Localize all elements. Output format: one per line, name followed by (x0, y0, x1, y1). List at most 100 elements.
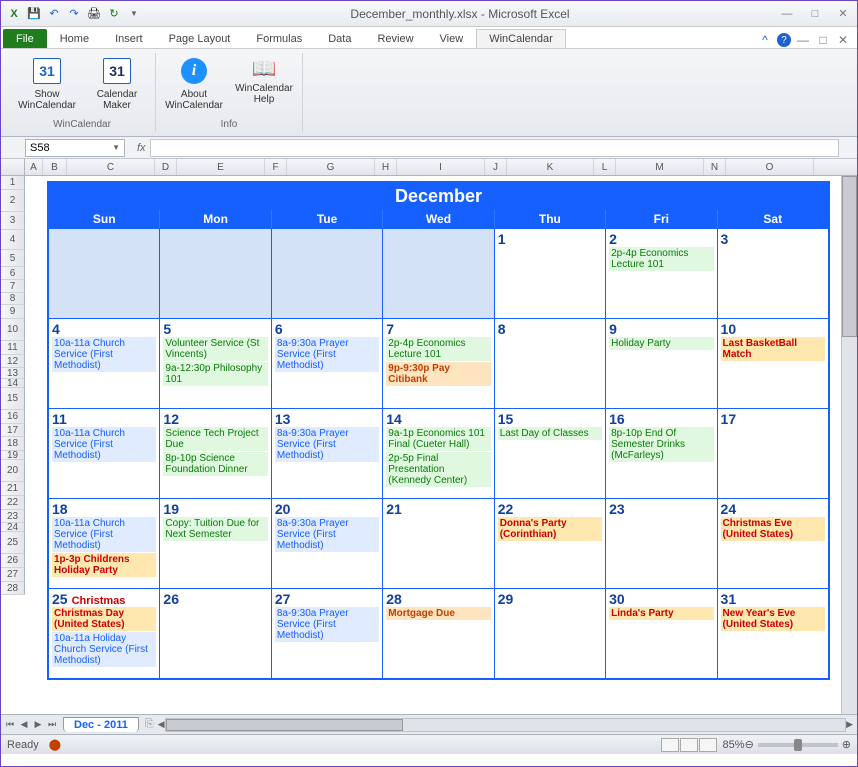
calendar-cell[interactable]: 208a-9:30a Prayer Service (First Methodi… (272, 499, 383, 588)
row-header-17[interactable]: 17 (1, 424, 25, 437)
sheet-tab-dec-2011[interactable]: Dec - 2011 (63, 717, 139, 732)
close-button[interactable]: ✕ (833, 6, 853, 22)
calendar-cell[interactable]: 25ChristmasChristmas Day (United States)… (49, 589, 160, 678)
calendar-cell[interactable]: 22p-4p Economics Lecture 101 (606, 229, 717, 318)
row-header-24[interactable]: 24 (1, 523, 25, 532)
calendar-cell[interactable]: 138a-9:30a Prayer Service (First Methodi… (272, 409, 383, 498)
calendar-cell[interactable]: 28Mortgage Due (383, 589, 494, 678)
calendar-cell[interactable]: 149a-1p Economics 101 Final (Cueter Hall… (383, 409, 494, 498)
calendar-cell[interactable]: 1810a-11a Church Service (First Methodis… (49, 499, 160, 588)
col-header-G[interactable]: G (287, 159, 375, 175)
calendar-cell[interactable]: 1110a-11a Church Service (First Methodis… (49, 409, 160, 498)
qat-dropdown-icon[interactable]: ▼ (125, 5, 143, 23)
col-header-D[interactable]: D (155, 159, 177, 175)
select-all-corner[interactable] (1, 159, 25, 176)
calendar-cell[interactable]: 31New Year's Eve (United States) (718, 589, 828, 678)
col-header-B[interactable]: B (43, 159, 67, 175)
calendar-cell[interactable]: 26 (160, 589, 271, 678)
col-header-O[interactable]: O (726, 159, 814, 175)
row-header-1[interactable]: 1 (1, 176, 25, 190)
calendar-cell[interactable]: 15Last Day of Classes (495, 409, 606, 498)
calendar-cell[interactable]: 12Science Tech Project Due8p-10p Science… (160, 409, 271, 498)
calendar-cell[interactable]: 168p-10p End Of Semester Drinks (McFarle… (606, 409, 717, 498)
row-header-12[interactable]: 12 (1, 355, 25, 368)
new-sheet-icon[interactable]: ⎘ (145, 718, 154, 731)
calendar-cell[interactable]: 410a-11a Church Service (First Methodist… (49, 319, 160, 408)
row-header-9[interactable]: 9 (1, 305, 25, 319)
vertical-scrollbar[interactable] (841, 176, 857, 714)
col-header-N[interactable]: N (704, 159, 726, 175)
calendar-maker-button[interactable]: 31 Calendar Maker (89, 55, 145, 111)
undo-icon[interactable]: ↶ (45, 5, 63, 23)
row-header-26[interactable]: 26 (1, 554, 25, 568)
zoom-out-icon[interactable]: ⊖ (745, 738, 754, 751)
quickprint-icon[interactable]: 🖨 (85, 5, 103, 23)
calendar-cell[interactable]: 30Linda's Party (606, 589, 717, 678)
sheet-nav-prev-icon[interactable]: ◀ (17, 719, 31, 730)
calendar-cell[interactable]: 5Volunteer Service (St Vincents)9a-12:30… (160, 319, 271, 408)
col-header-L[interactable]: L (594, 159, 616, 175)
row-header-14[interactable]: 14 (1, 379, 25, 388)
hscroll-left-icon[interactable]: ◀ (158, 719, 165, 730)
workbook-close-icon[interactable]: ✕ (835, 32, 851, 48)
tab-formulas[interactable]: Formulas (243, 29, 315, 48)
macro-record-icon[interactable]: ⬤ (49, 738, 61, 751)
worksheet[interactable]: December SunMonTueWedThuFriSat 122p-4p E… (25, 176, 857, 714)
calendar-cell[interactable] (49, 229, 160, 318)
normal-view-button[interactable] (661, 738, 679, 752)
row-header-8[interactable]: 8 (1, 293, 25, 305)
calendar-cell[interactable] (160, 229, 271, 318)
fx-icon[interactable]: fx (137, 142, 146, 154)
col-header-J[interactable]: J (485, 159, 507, 175)
maximize-button[interactable]: □ (805, 6, 825, 22)
page-break-view-button[interactable] (699, 738, 717, 752)
row-header-28[interactable]: 28 (1, 582, 25, 595)
calendar-cell[interactable]: 1 (495, 229, 606, 318)
col-header-K[interactable]: K (507, 159, 594, 175)
zoom-thumb[interactable] (794, 739, 802, 751)
col-header-H[interactable]: H (375, 159, 397, 175)
hscroll-thumb[interactable] (166, 719, 404, 731)
excel-icon[interactable]: X (5, 5, 23, 23)
row-header-19[interactable]: 19 (1, 451, 25, 460)
hscroll-right-icon[interactable]: ▶ (846, 719, 853, 730)
row-header-5[interactable]: 5 (1, 250, 25, 267)
calendar-cell[interactable] (383, 229, 494, 318)
calendar-cell[interactable]: 29 (495, 589, 606, 678)
calendar-cell[interactable]: 19Copy: Tuition Due for Next Semester (160, 499, 271, 588)
zoom-in-icon[interactable]: ⊕ (842, 738, 851, 751)
sheet-nav-last-icon[interactable]: ⏭ (45, 719, 59, 730)
calendar-cell[interactable]: 23 (606, 499, 717, 588)
wincalendar-help-button[interactable]: 📖 WinCalendar Help (236, 55, 292, 105)
calendar-cell[interactable]: 8 (495, 319, 606, 408)
calendar-cell[interactable]: 278a-9:30a Prayer Service (First Methodi… (272, 589, 383, 678)
formula-bar[interactable] (150, 139, 839, 157)
row-header-27[interactable]: 27 (1, 568, 25, 582)
save-icon[interactable]: 💾 (25, 5, 43, 23)
tab-review[interactable]: Review (364, 29, 426, 48)
calendar-cell[interactable]: 9Holiday Party (606, 319, 717, 408)
col-header-F[interactable]: F (265, 159, 287, 175)
row-header-15[interactable]: 15 (1, 388, 25, 410)
tab-insert[interactable]: Insert (102, 29, 156, 48)
sheet-nav-next-icon[interactable]: ▶ (31, 719, 45, 730)
row-header-7[interactable]: 7 (1, 280, 25, 293)
col-header-M[interactable]: M (616, 159, 704, 175)
calendar-cell[interactable]: 24Christmas Eve (United States) (718, 499, 828, 588)
calendar-cell[interactable]: 72p-4p Economics Lecture 1019p-9:30p Pay… (383, 319, 494, 408)
tab-wincalendar[interactable]: WinCalendar (476, 29, 566, 48)
calendar-cell[interactable]: 22Donna's Party (Corinthian) (495, 499, 606, 588)
about-wincalendar-button[interactable]: i About WinCalendar (166, 55, 222, 111)
tab-page-layout[interactable]: Page Layout (156, 29, 244, 48)
row-header-21[interactable]: 21 (1, 482, 25, 496)
calendar-cell[interactable] (272, 229, 383, 318)
minimize-button[interactable]: — (777, 6, 797, 22)
col-header-C[interactable]: C (67, 159, 155, 175)
name-box-dropdown-icon[interactable]: ▼ (112, 143, 120, 152)
help-icon[interactable]: ? (777, 33, 791, 47)
minimize-ribbon-icon[interactable]: ^ (757, 32, 773, 48)
name-box[interactable]: S58 ▼ (25, 139, 125, 157)
row-header-20[interactable]: 20 (1, 460, 25, 482)
zoom-level[interactable]: 85% (723, 739, 745, 751)
vscroll-thumb[interactable] (842, 176, 857, 337)
